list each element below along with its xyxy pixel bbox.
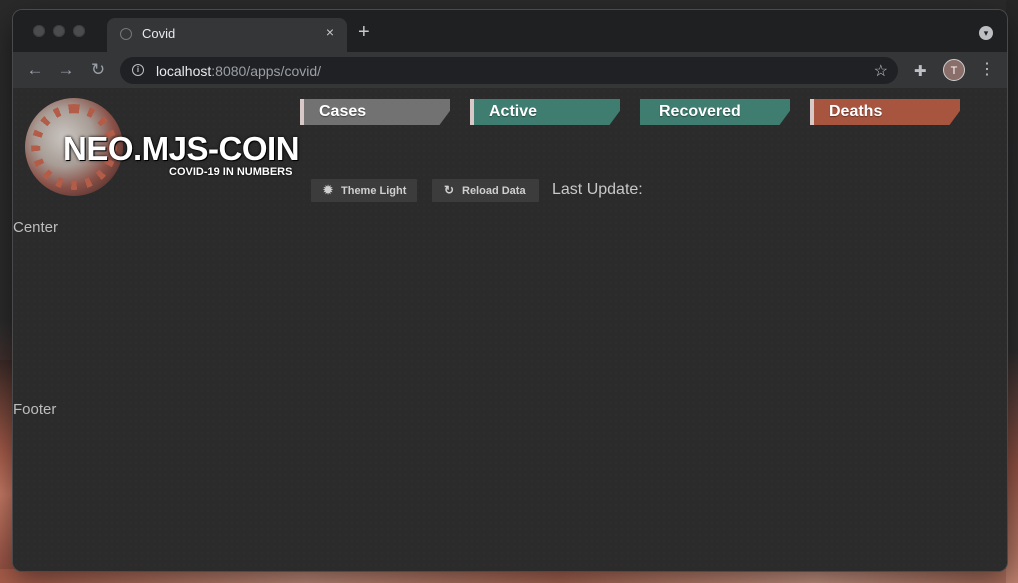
- star-icon[interactable]: ☆: [874, 61, 888, 81]
- globe-icon: [120, 28, 132, 40]
- close-tab-icon[interactable]: ×: [321, 24, 339, 40]
- menu-icon[interactable]: ⋮: [979, 59, 995, 81]
- stat-cases: Cases: [300, 99, 450, 125]
- theme-button-label: Theme Light: [341, 185, 407, 197]
- tab-title: Covid: [142, 26, 176, 41]
- new-tab-icon[interactable]: +: [358, 22, 370, 42]
- footer-region-label: Footer: [13, 401, 57, 418]
- back-arrow-icon[interactable]: ←: [23, 58, 47, 82]
- stat-recovered: Recovered: [640, 99, 790, 125]
- page-viewport: NEO.MJS-COIN COVID-19 IN NUMBERS Cases A…: [13, 88, 1007, 571]
- reload-button-label: Reload Data: [462, 185, 526, 197]
- url-host: localhost: [156, 63, 212, 79]
- logo-title: NEO.MJS-COIN: [63, 130, 300, 167]
- url-path: :8080/apps/covid/: [211, 63, 322, 79]
- theme-light-button[interactable]: ✹ Theme Light: [311, 179, 417, 202]
- close-window-button[interactable]: [33, 25, 45, 37]
- stat-deaths: Deaths: [810, 99, 960, 125]
- forward-arrow-icon[interactable]: →: [54, 58, 78, 82]
- browser-toolbar: ← → ↻ i localhost:8080/apps/covid/ ☆ ✚ T…: [13, 52, 1007, 88]
- tab-covid[interactable]: Covid ×: [107, 18, 347, 52]
- reload-data-button[interactable]: ↻ Reload Data: [432, 179, 539, 202]
- stat-active: Active: [470, 99, 620, 125]
- logo-subtitle: COVID-19 IN NUMBERS: [169, 166, 293, 178]
- desktop-wallpaper-left: [0, 360, 14, 583]
- center-region-label: Center: [13, 219, 59, 236]
- extensions-icon[interactable]: ✚: [914, 62, 927, 80]
- reload-icon[interactable]: ↻: [86, 58, 110, 82]
- last-update-label: Last Update:: [552, 181, 643, 198]
- maximize-window-button[interactable]: [73, 25, 85, 37]
- minimize-window-button[interactable]: [53, 25, 65, 37]
- tab-search-icon[interactable]: ▾: [979, 26, 993, 40]
- tab-strip: Covid × + ▾: [13, 10, 1007, 52]
- info-icon[interactable]: i: [132, 64, 144, 76]
- desktop-wallpaper-bottom: [0, 569, 1018, 583]
- refresh-icon: ↻: [444, 183, 455, 197]
- gear-icon: ✹: [323, 183, 334, 197]
- url-text: localhost:8080/apps/covid/: [156, 63, 321, 79]
- browser-window: Covid × + ▾ ← → ↻ i localhost:8080/apps/…: [13, 10, 1007, 571]
- app-logo: NEO.MJS-COIN COVID-19 IN NUMBERS: [25, 98, 300, 203]
- desktop-wallpaper-right: [1006, 0, 1018, 583]
- address-bar[interactable]: i localhost:8080/apps/covid/ ☆: [120, 57, 898, 84]
- avatar[interactable]: T: [943, 59, 965, 81]
